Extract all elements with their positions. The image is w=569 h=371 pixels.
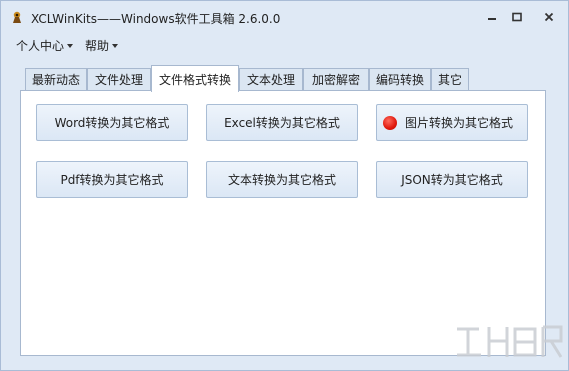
minimize-button[interactable] <box>483 9 501 25</box>
menu-help[interactable]: 帮助 <box>85 37 119 54</box>
image-convert-button[interactable]: 图片转换为其它格式 <box>376 104 528 141</box>
tab-file-processing[interactable]: 文件处理 <box>87 68 151 90</box>
word-convert-button[interactable]: Word转换为其它格式 <box>36 104 188 141</box>
button-label: 图片转换为其它格式 <box>404 116 513 130</box>
tab-other[interactable]: 其它 <box>431 68 469 90</box>
tab-label: 编码转换 <box>375 73 424 87</box>
tab-label: 其它 <box>437 73 462 87</box>
tab-content-panel: Word转换为其它格式 Excel转换为其它格式 图片转换为其它格式 Pdf转换… <box>20 90 546 356</box>
close-icon <box>544 12 554 22</box>
tab-label: 文本处理 <box>246 73 295 87</box>
title-bar[interactable]: XCLWinKits——Windows软件工具箱 2.6.0.0 <box>1 1 568 33</box>
excel-convert-button[interactable]: Excel转换为其它格式 <box>206 104 358 141</box>
tab-label: 文件处理 <box>94 73 143 87</box>
tab-encrypt-decrypt[interactable]: 加密解密 <box>303 68 369 90</box>
app-window: XCLWinKits——Windows软件工具箱 2.6.0.0 个人中心 帮助 <box>0 0 569 371</box>
text-convert-button[interactable]: 文本转换为其它格式 <box>206 161 358 198</box>
chevron-down-icon <box>67 43 74 48</box>
button-label: 文本转换为其它格式 <box>227 173 336 187</box>
menu-label: 个人中心 <box>16 39 65 53</box>
button-label: Word转换为其它格式 <box>54 116 170 130</box>
menu-personal-center[interactable]: 个人中心 <box>16 37 74 54</box>
menu-bar: 个人中心 帮助 <box>1 35 568 55</box>
chevron-down-icon <box>112 43 119 48</box>
menu-label: 帮助 <box>85 39 110 53</box>
pdf-convert-button[interactable]: Pdf转换为其它格式 <box>36 161 188 198</box>
tab-text-processing[interactable]: 文本处理 <box>239 68 303 90</box>
tab-label: 文件格式转换 <box>158 72 231 87</box>
tab-label: 最新动态 <box>31 73 80 87</box>
tab-strip: 最新动态 文件处理 文件格式转换 文本处理 加密解密 编码转换 其它 <box>25 65 545 92</box>
json-convert-button[interactable]: JSON转为其它格式 <box>376 161 528 198</box>
tab-latest-news[interactable]: 最新动态 <box>25 68 87 90</box>
window-title: XCLWinKits——Windows软件工具箱 2.6.0.0 <box>31 12 281 26</box>
tab-label: 加密解密 <box>311 73 360 87</box>
red-circle-icon <box>383 116 397 130</box>
download-site-watermark-icon <box>457 325 563 358</box>
maximize-icon <box>512 12 522 22</box>
minimize-icon <box>488 18 496 20</box>
app-logo-icon <box>13 11 21 23</box>
button-label: Pdf转换为其它格式 <box>60 173 164 187</box>
button-label: Excel转换为其它格式 <box>224 116 340 130</box>
maximize-button[interactable] <box>508 9 526 25</box>
close-button[interactable] <box>540 9 558 25</box>
button-label: JSON转为其它格式 <box>401 173 503 187</box>
tab-file-format-conversion[interactable]: 文件格式转换 <box>151 65 239 92</box>
tab-encoding-conversion[interactable]: 编码转换 <box>369 68 431 90</box>
